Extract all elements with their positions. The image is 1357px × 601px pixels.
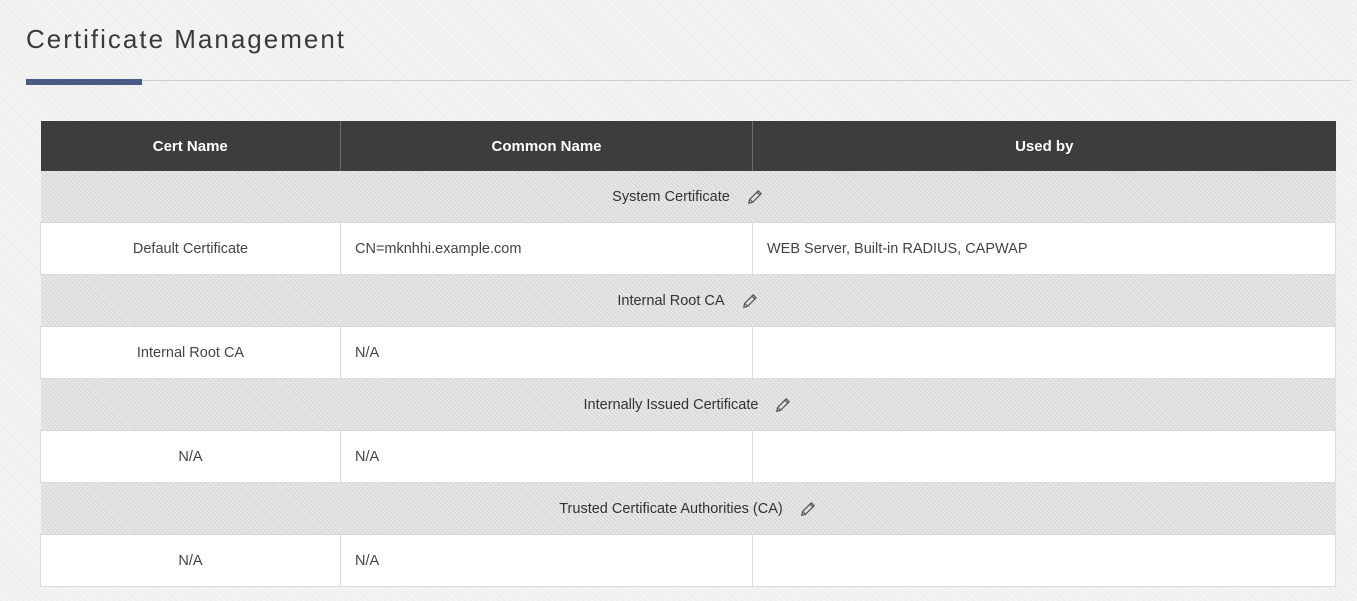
cell-used-by: WEB Server, Built-in RADIUS, CAPWAP [752, 222, 1336, 275]
page-title: Certificate Management [26, 24, 347, 54]
cell-used-by [752, 534, 1336, 587]
table-row: N/A N/A [40, 430, 1336, 483]
pencil-edit-icon[interactable] [746, 188, 764, 206]
cell-used-by [752, 430, 1336, 483]
pencil-edit-icon[interactable] [741, 292, 759, 310]
pencil-edit-icon[interactable] [799, 500, 817, 518]
cell-common-name: N/A [340, 430, 753, 483]
section-label: Trusted Certificate Authorities (CA) [559, 500, 783, 517]
pencil-edit-icon[interactable] [774, 396, 792, 414]
certificate-management-page: Certificate Management Cert Name Common … [0, 0, 1357, 601]
section-row-internally-issued-certificate: Internally Issued Certificate [40, 378, 1336, 431]
cell-cert-name: N/A [40, 534, 341, 587]
cell-common-name: N/A [340, 534, 753, 587]
section-label: Internal Root CA [617, 292, 725, 309]
section-row-internal-root-ca: Internal Root CA [40, 274, 1336, 327]
certificate-table: Cert Name Common Name Used by System Cer… [40, 121, 1336, 587]
section-label: System Certificate [612, 188, 730, 205]
cell-common-name: CN=mknhhi.example.com [340, 222, 753, 275]
cell-cert-name: Internal Root CA [40, 326, 341, 379]
header-used-by: Used by [752, 121, 1336, 171]
table-header-row: Cert Name Common Name Used by [40, 121, 1336, 171]
cell-cert-name: N/A [40, 430, 341, 483]
table-row: Default Certificate CN=mknhhi.example.co… [40, 222, 1336, 275]
section-row-trusted-ca: Trusted Certificate Authorities (CA) [40, 482, 1336, 535]
cell-cert-name: Default Certificate [40, 222, 341, 275]
table-row: Internal Root CA N/A [40, 326, 1336, 379]
header-common-name: Common Name [340, 121, 753, 171]
title-divider [26, 80, 1351, 81]
cell-common-name: N/A [340, 326, 753, 379]
section-label: Internally Issued Certificate [583, 396, 759, 413]
table-row: N/A N/A [40, 534, 1336, 587]
title-accent-bar [26, 79, 142, 85]
section-row-system-certificate: System Certificate [40, 171, 1336, 223]
cell-used-by [752, 326, 1336, 379]
header-cert-name: Cert Name [40, 121, 341, 171]
